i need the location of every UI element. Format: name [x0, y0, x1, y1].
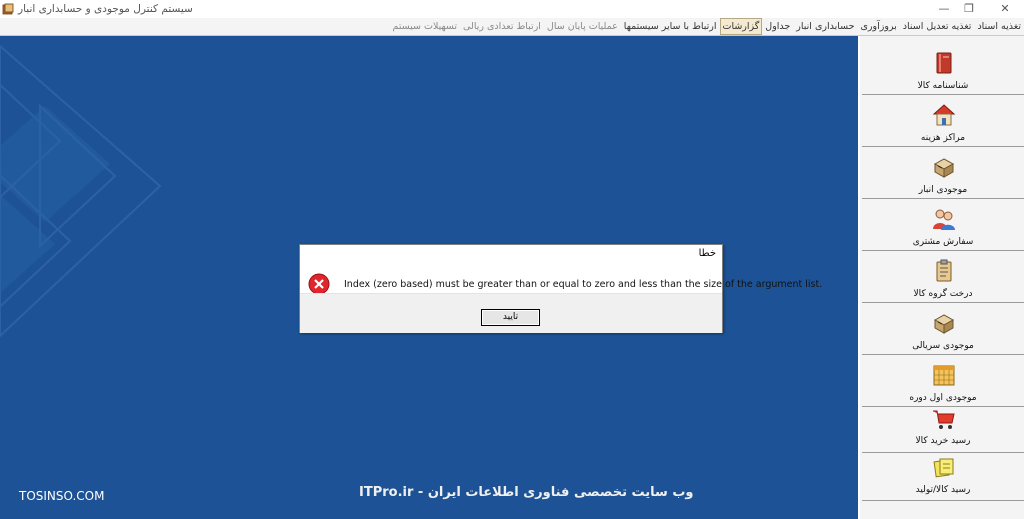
- sidebar-item-production-receipt[interactable]: رسید کالا/تولید: [862, 452, 1024, 501]
- sidebar-item-label: سفارش مشتری: [912, 237, 974, 247]
- book-icon: [936, 52, 952, 74]
- boxes-icon: [933, 158, 955, 178]
- menu-item-9[interactable]: تسهیلات سیستم: [390, 18, 461, 35]
- menu-item-8[interactable]: ارتباط تعدادی ریالی: [460, 18, 544, 35]
- menu-item-5[interactable]: گزارشات: [719, 18, 763, 35]
- menu-item-0[interactable]: تغذیه اسناد: [974, 18, 1024, 35]
- menu-item-1[interactable]: تغذیه تعدیل اسناد: [900, 18, 975, 35]
- dialog-title: خطا: [698, 248, 716, 259]
- restore-icon[interactable]: ❐: [957, 1, 981, 16]
- dialog-footer: تایید: [300, 293, 722, 333]
- menu-item-4[interactable]: جداول: [762, 18, 793, 35]
- watermark-tosinso: TOSINSO.COM: [19, 489, 105, 503]
- people-icon: [933, 209, 955, 230]
- sidebar-item-label: رسید خرید کالا: [915, 436, 971, 446]
- sidebar-item-warehouse-stock[interactable]: موجودی انبار: [862, 148, 1024, 199]
- boxes-icon: [933, 314, 955, 334]
- sidebar-item-item-card[interactable]: شناسنامه کالا: [862, 44, 1024, 95]
- cart-icon: [933, 410, 955, 429]
- watermark-itpro: ITPro.ir - وب سایت تخصصی فناوری اطلاعات …: [359, 485, 694, 500]
- menu-list: تغذیه اسناد تغذیه تعدیل اسناد بروزآوری حساب…: [390, 18, 1024, 35]
- house-icon: [932, 104, 956, 126]
- sidebar-item-label: درخت گروه کالا: [913, 289, 973, 299]
- minimize-icon[interactable]: —: [932, 1, 956, 16]
- sidebar-item-serial-stock[interactable]: موجودی سریالی: [862, 304, 1024, 355]
- window-title: سیستم کنترل موجودی و حسابداری انبار: [18, 3, 193, 15]
- sidebar-item-label: موجودی انبار: [918, 185, 968, 195]
- ledger-app-icon: [2, 3, 14, 15]
- error-dialog: خطا Index (zero based) must be greater t…: [299, 244, 822, 333]
- sidebar-item-label: شناسنامه کالا: [917, 81, 969, 91]
- ok-button[interactable]: تایید: [481, 309, 540, 326]
- sidebar-item-cost-centers[interactable]: مراکز هزینه: [862, 96, 1024, 147]
- sidebar-item-label: مراکز هزینه: [920, 133, 966, 143]
- menu-item-2[interactable]: بروزآوری: [857, 18, 899, 35]
- sidebar-item-opening-stock[interactable]: موجودی اول دوره: [862, 356, 1024, 407]
- sidebar-item-item-group-tree[interactable]: درخت گروه کالا: [862, 252, 1024, 303]
- close-icon[interactable]: ✕: [993, 1, 1017, 16]
- sidebar-item-label: موجودی سریالی: [912, 341, 974, 351]
- calendar-icon: [933, 365, 955, 386]
- title-bar: سیستم کنترل موجودی و حسابداری انبار — ❐ …: [0, 0, 1024, 18]
- sidebar-item-label: رسید کالا/تولید: [915, 485, 971, 495]
- menu-item-3[interactable]: حسابداری انبار: [793, 18, 857, 35]
- error-message: Index (zero based) must be greater than …: [344, 279, 823, 290]
- notes-icon: [933, 458, 954, 478]
- clipboard-icon: [936, 259, 952, 282]
- sidebar-item-purchase-receipt[interactable]: رسید خرید کالا: [862, 408, 1024, 453]
- shortcut-sidebar: شناسنامه کالا مراکز هزینه موجودی انبار س…: [858, 36, 1024, 519]
- menu-item-7[interactable]: عملیات پایان سال: [544, 18, 621, 35]
- sidebar-item-customer-order[interactable]: سفارش مشتری: [862, 200, 1024, 251]
- error-icon: [308, 273, 330, 295]
- menu-item-6[interactable]: ارتباط با سایر سیستمها: [621, 18, 720, 35]
- sidebar-item-label: موجودی اول دوره: [909, 393, 977, 403]
- menu-bar: تغذیه اسناد تغذیه تعدیل اسناد بروزآوری حساب…: [0, 18, 1024, 36]
